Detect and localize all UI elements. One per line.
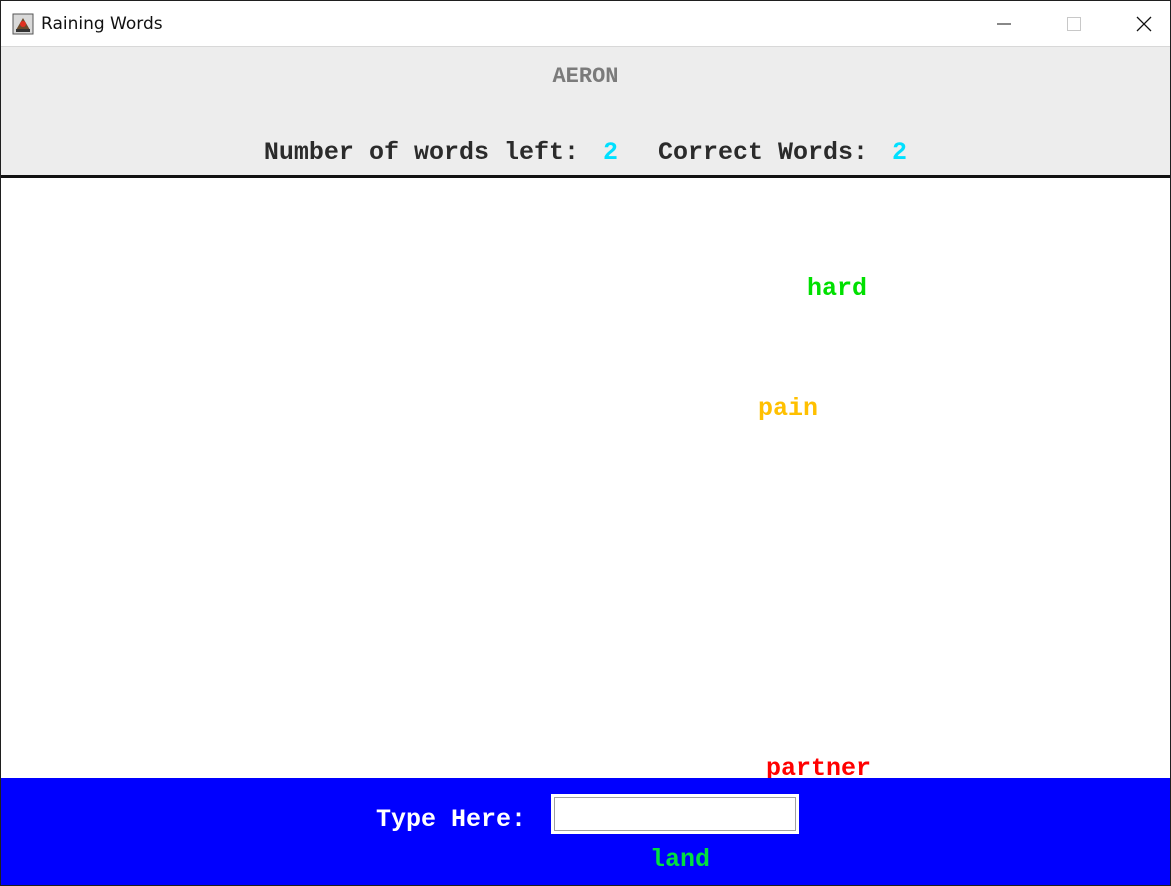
correct-words-value: 2: [892, 138, 908, 167]
title-bar[interactable]: Raining Words: [1, 1, 1170, 47]
maximize-icon: [1067, 17, 1081, 31]
words-left-value: 2: [602, 138, 618, 167]
type-here-label: Type Here:: [376, 805, 527, 834]
score-header: AERON Number of words left: 2 Correct Word…: [1, 47, 1170, 178]
stats-row: Number of words left: 2 Correct Words: 2: [1, 138, 1170, 167]
last-typed-word: land: [649, 845, 710, 874]
minimize-button[interactable]: [982, 9, 1026, 39]
correct-words-label: Correct Words:: [658, 138, 869, 167]
close-icon: [1136, 16, 1152, 32]
close-button[interactable]: [1122, 9, 1166, 39]
minimize-icon: [997, 23, 1011, 25]
falling-word: hard: [807, 274, 868, 303]
falling-word: pain: [758, 394, 819, 423]
app-window: Raining Words AERON Number of words left…: [0, 0, 1171, 886]
words-left-label: Number of words left:: [263, 138, 579, 167]
word-input[interactable]: [551, 794, 799, 834]
java-app-icon: [12, 13, 34, 35]
window-title: Raining Words: [41, 14, 163, 34]
input-footer: Type Here: land: [1, 778, 1170, 885]
player-name: AERON: [552, 64, 619, 89]
maximize-button[interactable]: [1052, 9, 1096, 39]
play-area: hard pain partner: [1, 178, 1170, 783]
